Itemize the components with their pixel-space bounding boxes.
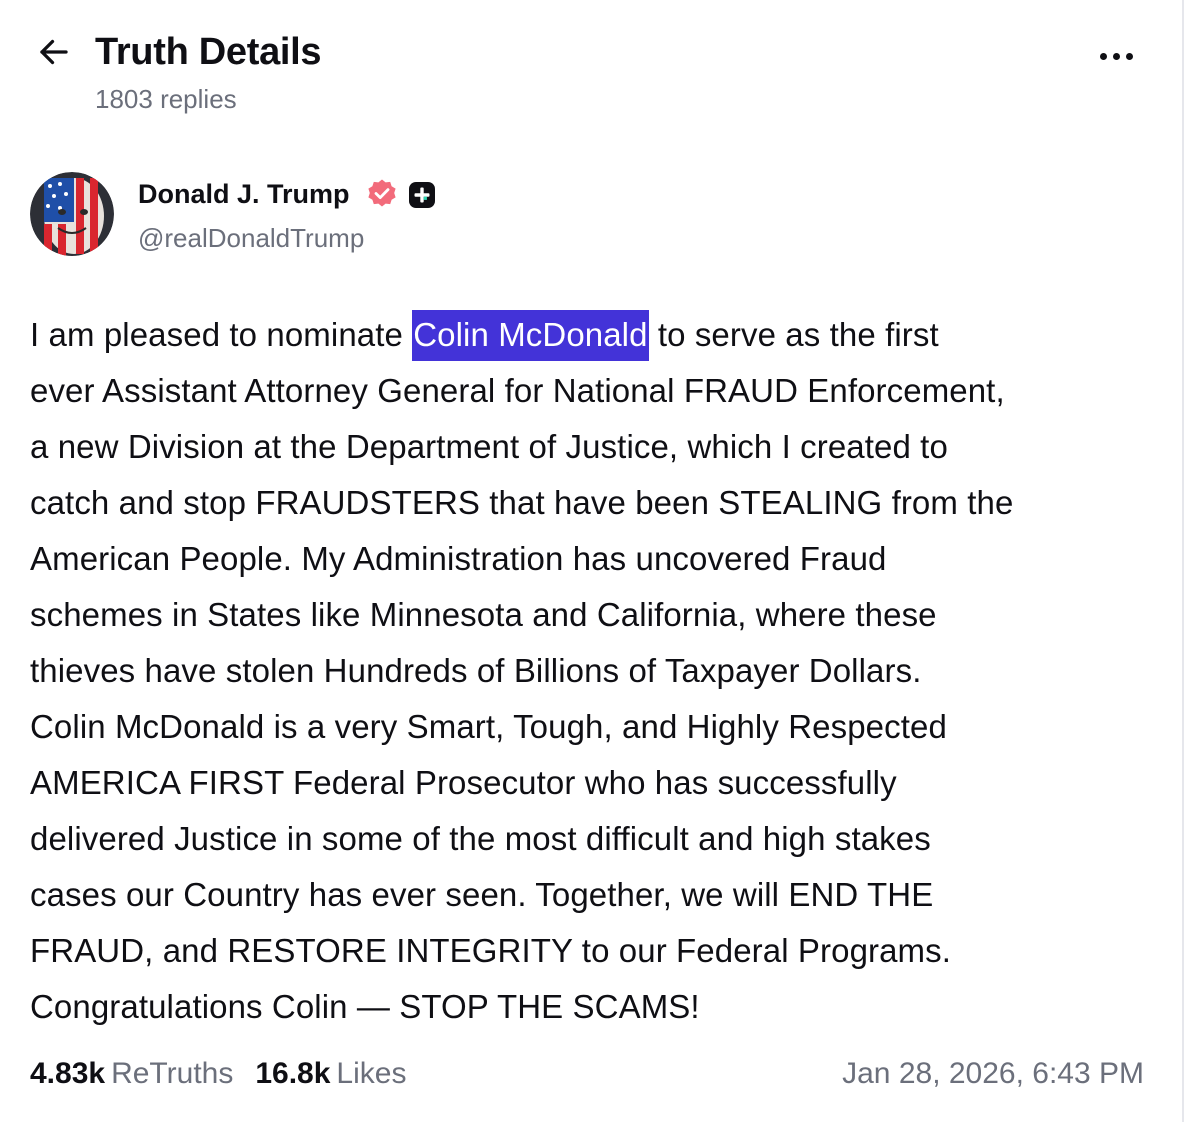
avatar[interactable] — [30, 172, 114, 256]
reply-count: 1803 replies — [95, 84, 237, 114]
author-handle[interactable]: @realDonaldTrump — [138, 220, 364, 256]
more-options-button[interactable] — [1092, 34, 1140, 78]
post-line: ever Assistant Attorney General for Nati… — [30, 372, 1005, 409]
retruths-stat[interactable]: 4.83k ReTruths — [30, 1054, 233, 1094]
post-line: cases our Country has ever seen. Togethe… — [30, 876, 934, 913]
verified-badge-icon — [368, 179, 396, 207]
likes-stat[interactable]: 16.8k Likes — [255, 1054, 406, 1094]
post-line: thieves have stolen Hundreds of Billions… — [30, 652, 922, 689]
post-line: schemes in States like Minnesota and Cal… — [30, 596, 937, 633]
post-line: Congratulations Colin — STOP THE SCAMS! — [30, 988, 700, 1025]
likes-count: 16.8k — [255, 1057, 331, 1090]
post-line: American People. My Administration has u… — [30, 540, 887, 577]
arrow-left-icon — [40, 39, 68, 65]
back-button[interactable] — [34, 32, 74, 72]
retruths-count: 4.83k — [30, 1057, 106, 1090]
post-line: catch and stop FRAUDSTERS that have been… — [30, 484, 1014, 521]
post-line: a new Division at the Department of Just… — [30, 428, 948, 465]
post-stats: 4.83k ReTruths 16.8k Likes — [30, 1054, 428, 1094]
post-line: delivered Justice in some of the most di… — [30, 820, 931, 857]
retruths-label: ReTruths — [111, 1057, 234, 1090]
page-header: Truth Details 1803 replies — [30, 24, 1140, 124]
avatar-image — [30, 172, 114, 256]
likes-label: Likes — [336, 1057, 407, 1090]
post-text: I am pleased to nominate Colin McDonald … — [30, 307, 1155, 1035]
post-line: I am pleased to nominate Colin McDonald … — [30, 307, 1155, 363]
post-line: FRAUD, and RESTORE INTEGRITY to our Fede… — [30, 932, 952, 969]
truth-plus-icon — [409, 182, 435, 208]
post-author: Donald J. Trump @realDonaldTrump — [30, 170, 730, 260]
page-title: Truth Details — [95, 31, 322, 73]
author-name[interactable]: Donald J. Trump — [138, 176, 350, 212]
post-line: AMERICA FIRST Federal Prosecutor who has… — [30, 764, 897, 801]
more-horizontal-icon — [1097, 52, 1136, 60]
post-line: Colin McDonald is a very Smart, Tough, a… — [30, 708, 947, 745]
selected-text-highlight: Colin McDonald — [412, 310, 649, 361]
post-timestamp: Jan 28, 2026, 6:43 PM — [842, 1057, 1144, 1090]
